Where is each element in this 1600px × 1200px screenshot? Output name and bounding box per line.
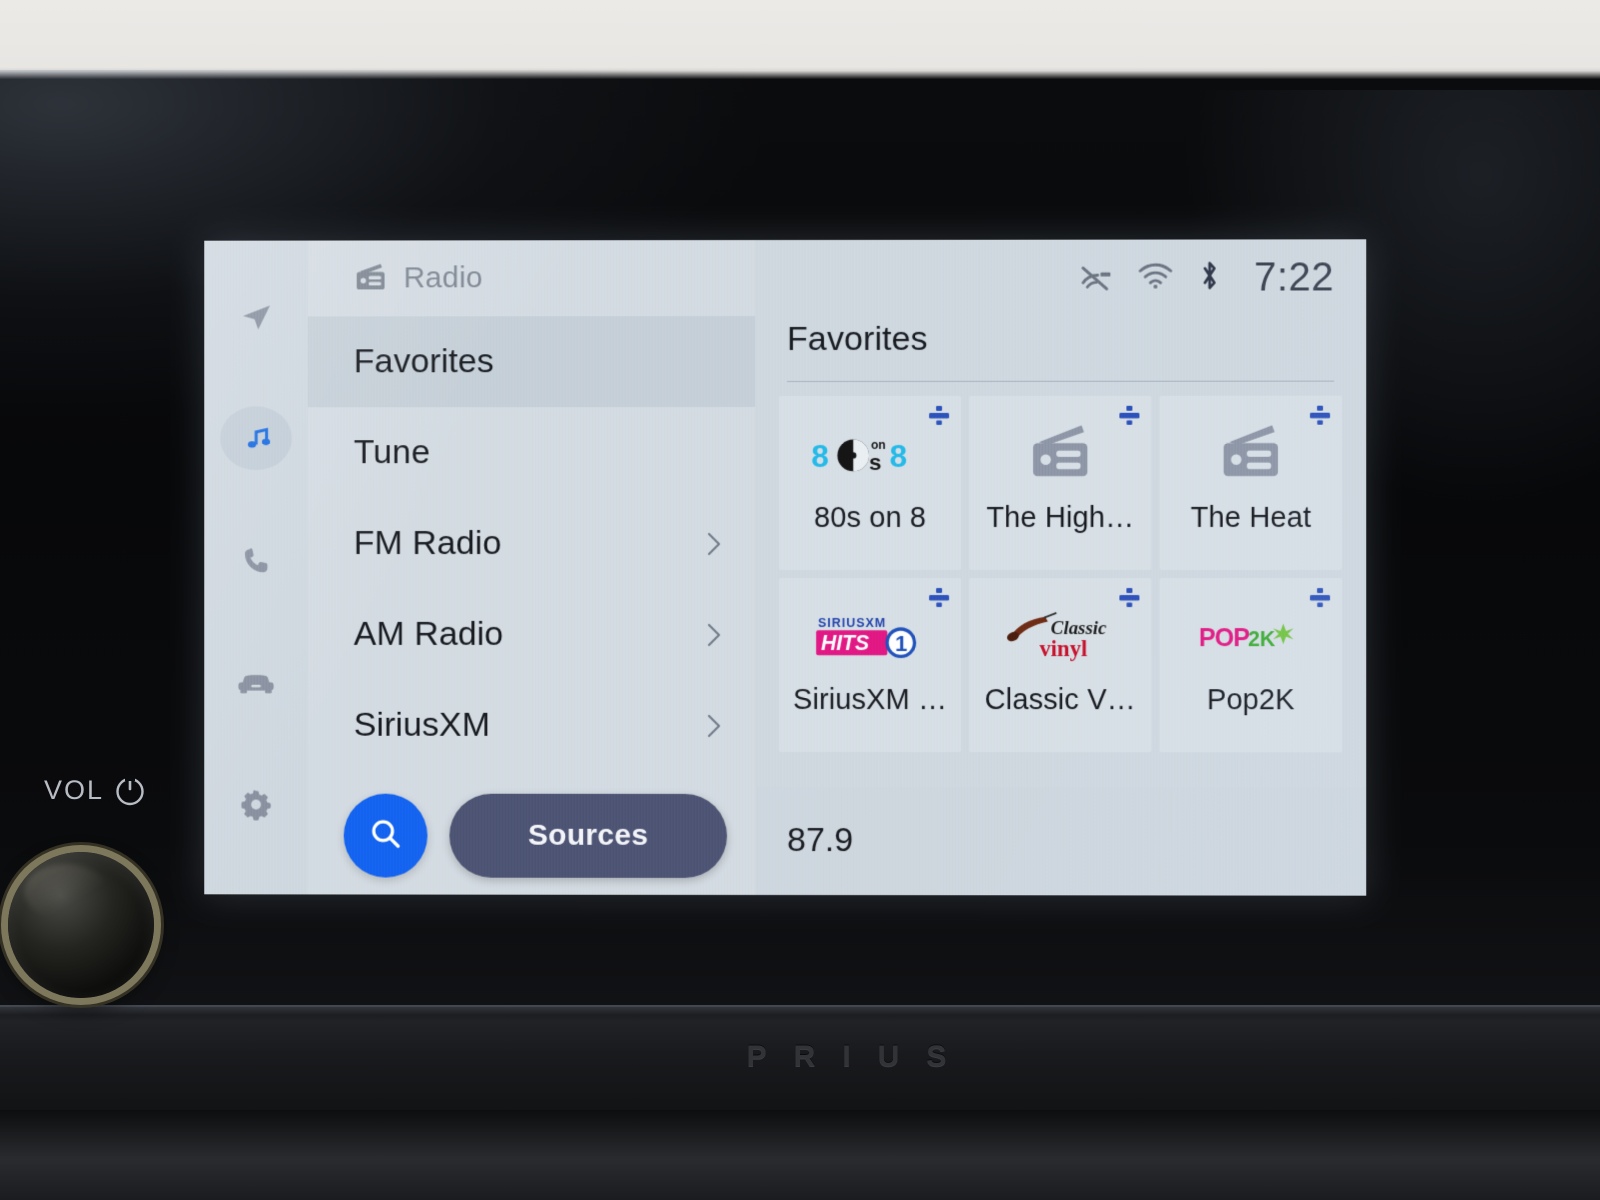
favorite-tile[interactable]: Classic vinyl Classic V…	[969, 578, 1152, 753]
title-divider	[786, 380, 1335, 382]
favorite-tile[interactable]: POP 2K Pop2K	[1159, 578, 1343, 753]
radio-menu-panel: Radio Favorites Tune FM Radio AM Radio S…	[307, 240, 756, 895]
app-rail	[204, 240, 308, 895]
siriusxm-badge-icon	[1119, 588, 1140, 610]
dashboard-lower-shadow	[0, 1110, 1600, 1200]
radio-icon	[354, 261, 388, 296]
music-note-icon	[236, 419, 276, 459]
dashboard-trim-highlight	[0, 1005, 1600, 1015]
wifi-icon	[1138, 261, 1174, 295]
generic-radio-icon	[1218, 422, 1284, 485]
panel-title: Favorites	[786, 319, 928, 358]
menu-item-label: FM Radio	[353, 524, 502, 563]
svg-text:HITS: HITS	[821, 632, 869, 655]
rail-item-media[interactable]	[220, 406, 292, 471]
status-bar: 7:22	[755, 239, 1366, 316]
menu-item-am-radio[interactable]: AM Radio	[308, 589, 755, 680]
search-icon	[366, 813, 406, 858]
menu-item-siriusxm[interactable]: SiriusXM	[308, 680, 755, 771]
svg-text:1: 1	[895, 631, 907, 656]
svg-text:2K: 2K	[1248, 626, 1276, 650]
svg-text:8: 8	[811, 437, 829, 473]
siriusxm-badge-icon	[1309, 405, 1331, 428]
siriusxm-badge-icon	[928, 405, 949, 428]
clock: 7:22	[1253, 254, 1335, 300]
sources-button-label: Sources	[527, 818, 649, 852]
car-icon	[235, 667, 277, 699]
power-icon	[113, 773, 147, 807]
svg-text:SIRIUSXM: SIRIUSXM	[818, 616, 886, 630]
prius-badge: PRIUS	[746, 1040, 974, 1073]
station-name: The Heat	[1190, 501, 1312, 534]
favorite-tile[interactable]: The High…	[969, 395, 1152, 571]
station-name: Classic V…	[984, 684, 1136, 717]
volume-label-text: VOL	[44, 774, 105, 805]
svg-text:vinyl: vinyl	[1039, 636, 1087, 661]
menu-item-label: Favorites	[353, 342, 495, 381]
rail-item-vehicle[interactable]	[220, 650, 292, 714]
siriusxm-badge-icon	[1309, 588, 1331, 610]
generic-radio-icon	[1027, 422, 1093, 485]
source-header-label: Radio	[403, 261, 483, 295]
rail-item-phone[interactable]	[220, 528, 292, 592]
sources-button[interactable]: Sources	[449, 793, 728, 878]
station-name: 80s on 8	[813, 501, 927, 534]
menu-item-label: SiriusXM	[353, 705, 491, 744]
menu-item-tune[interactable]: Tune	[308, 407, 755, 498]
favorite-tile[interactable]: 8 on s 8 80s on 8	[779, 395, 962, 571]
favorites-grid: 8 on s 8 80s on 8 The High… The Heat SIR…	[755, 395, 1366, 753]
infotainment-screen: Radio Favorites Tune FM Radio AM Radio S…	[204, 239, 1367, 896]
menu-item-label: AM Radio	[353, 614, 504, 653]
svg-text:8: 8	[890, 437, 908, 473]
siriusxm-badge-icon	[1119, 405, 1140, 428]
mute-icon	[1077, 259, 1113, 296]
station-name: Pop2K	[1206, 684, 1295, 717]
navigation-arrow-icon	[236, 297, 276, 337]
chevron-right-icon	[707, 713, 721, 737]
favorite-tile[interactable]: SIRIUSXM HITS 1 SiriusXM …	[779, 577, 962, 753]
phone-icon	[237, 542, 275, 580]
source-header: Radio	[308, 240, 755, 316]
station-name: The High…	[986, 501, 1135, 534]
favorite-tile[interactable]: The Heat	[1159, 395, 1343, 571]
menu-item-favorites[interactable]: Favorites	[307, 316, 756, 408]
volume-label: VOL	[44, 766, 194, 814]
bluetooth-icon	[1198, 258, 1222, 297]
now-playing-bar[interactable]: 87.9	[755, 786, 1367, 896]
rail-item-navigation[interactable]	[220, 285, 292, 349]
svg-text:POP: POP	[1199, 623, 1249, 651]
menu-item-label: Tune	[353, 433, 431, 472]
station-name: SiriusXM …	[792, 684, 948, 717]
rail-item-settings[interactable]	[220, 772, 292, 836]
gear-icon	[237, 785, 275, 823]
siriusxm-badge-icon	[928, 587, 949, 610]
chevron-right-icon	[707, 622, 721, 646]
chevron-right-icon	[707, 532, 721, 556]
menu-item-fm-radio[interactable]: FM Radio	[308, 498, 755, 589]
menu-actions: Sources	[308, 777, 755, 895]
favorites-panel: 7:22 Favorites 8 on s 8 80s on 8 The Hig…	[755, 239, 1367, 896]
now-playing-frequency: 87.9	[786, 821, 854, 860]
volume-knob[interactable]	[8, 852, 154, 998]
svg-text:s: s	[869, 450, 881, 475]
search-button[interactable]	[343, 793, 428, 878]
